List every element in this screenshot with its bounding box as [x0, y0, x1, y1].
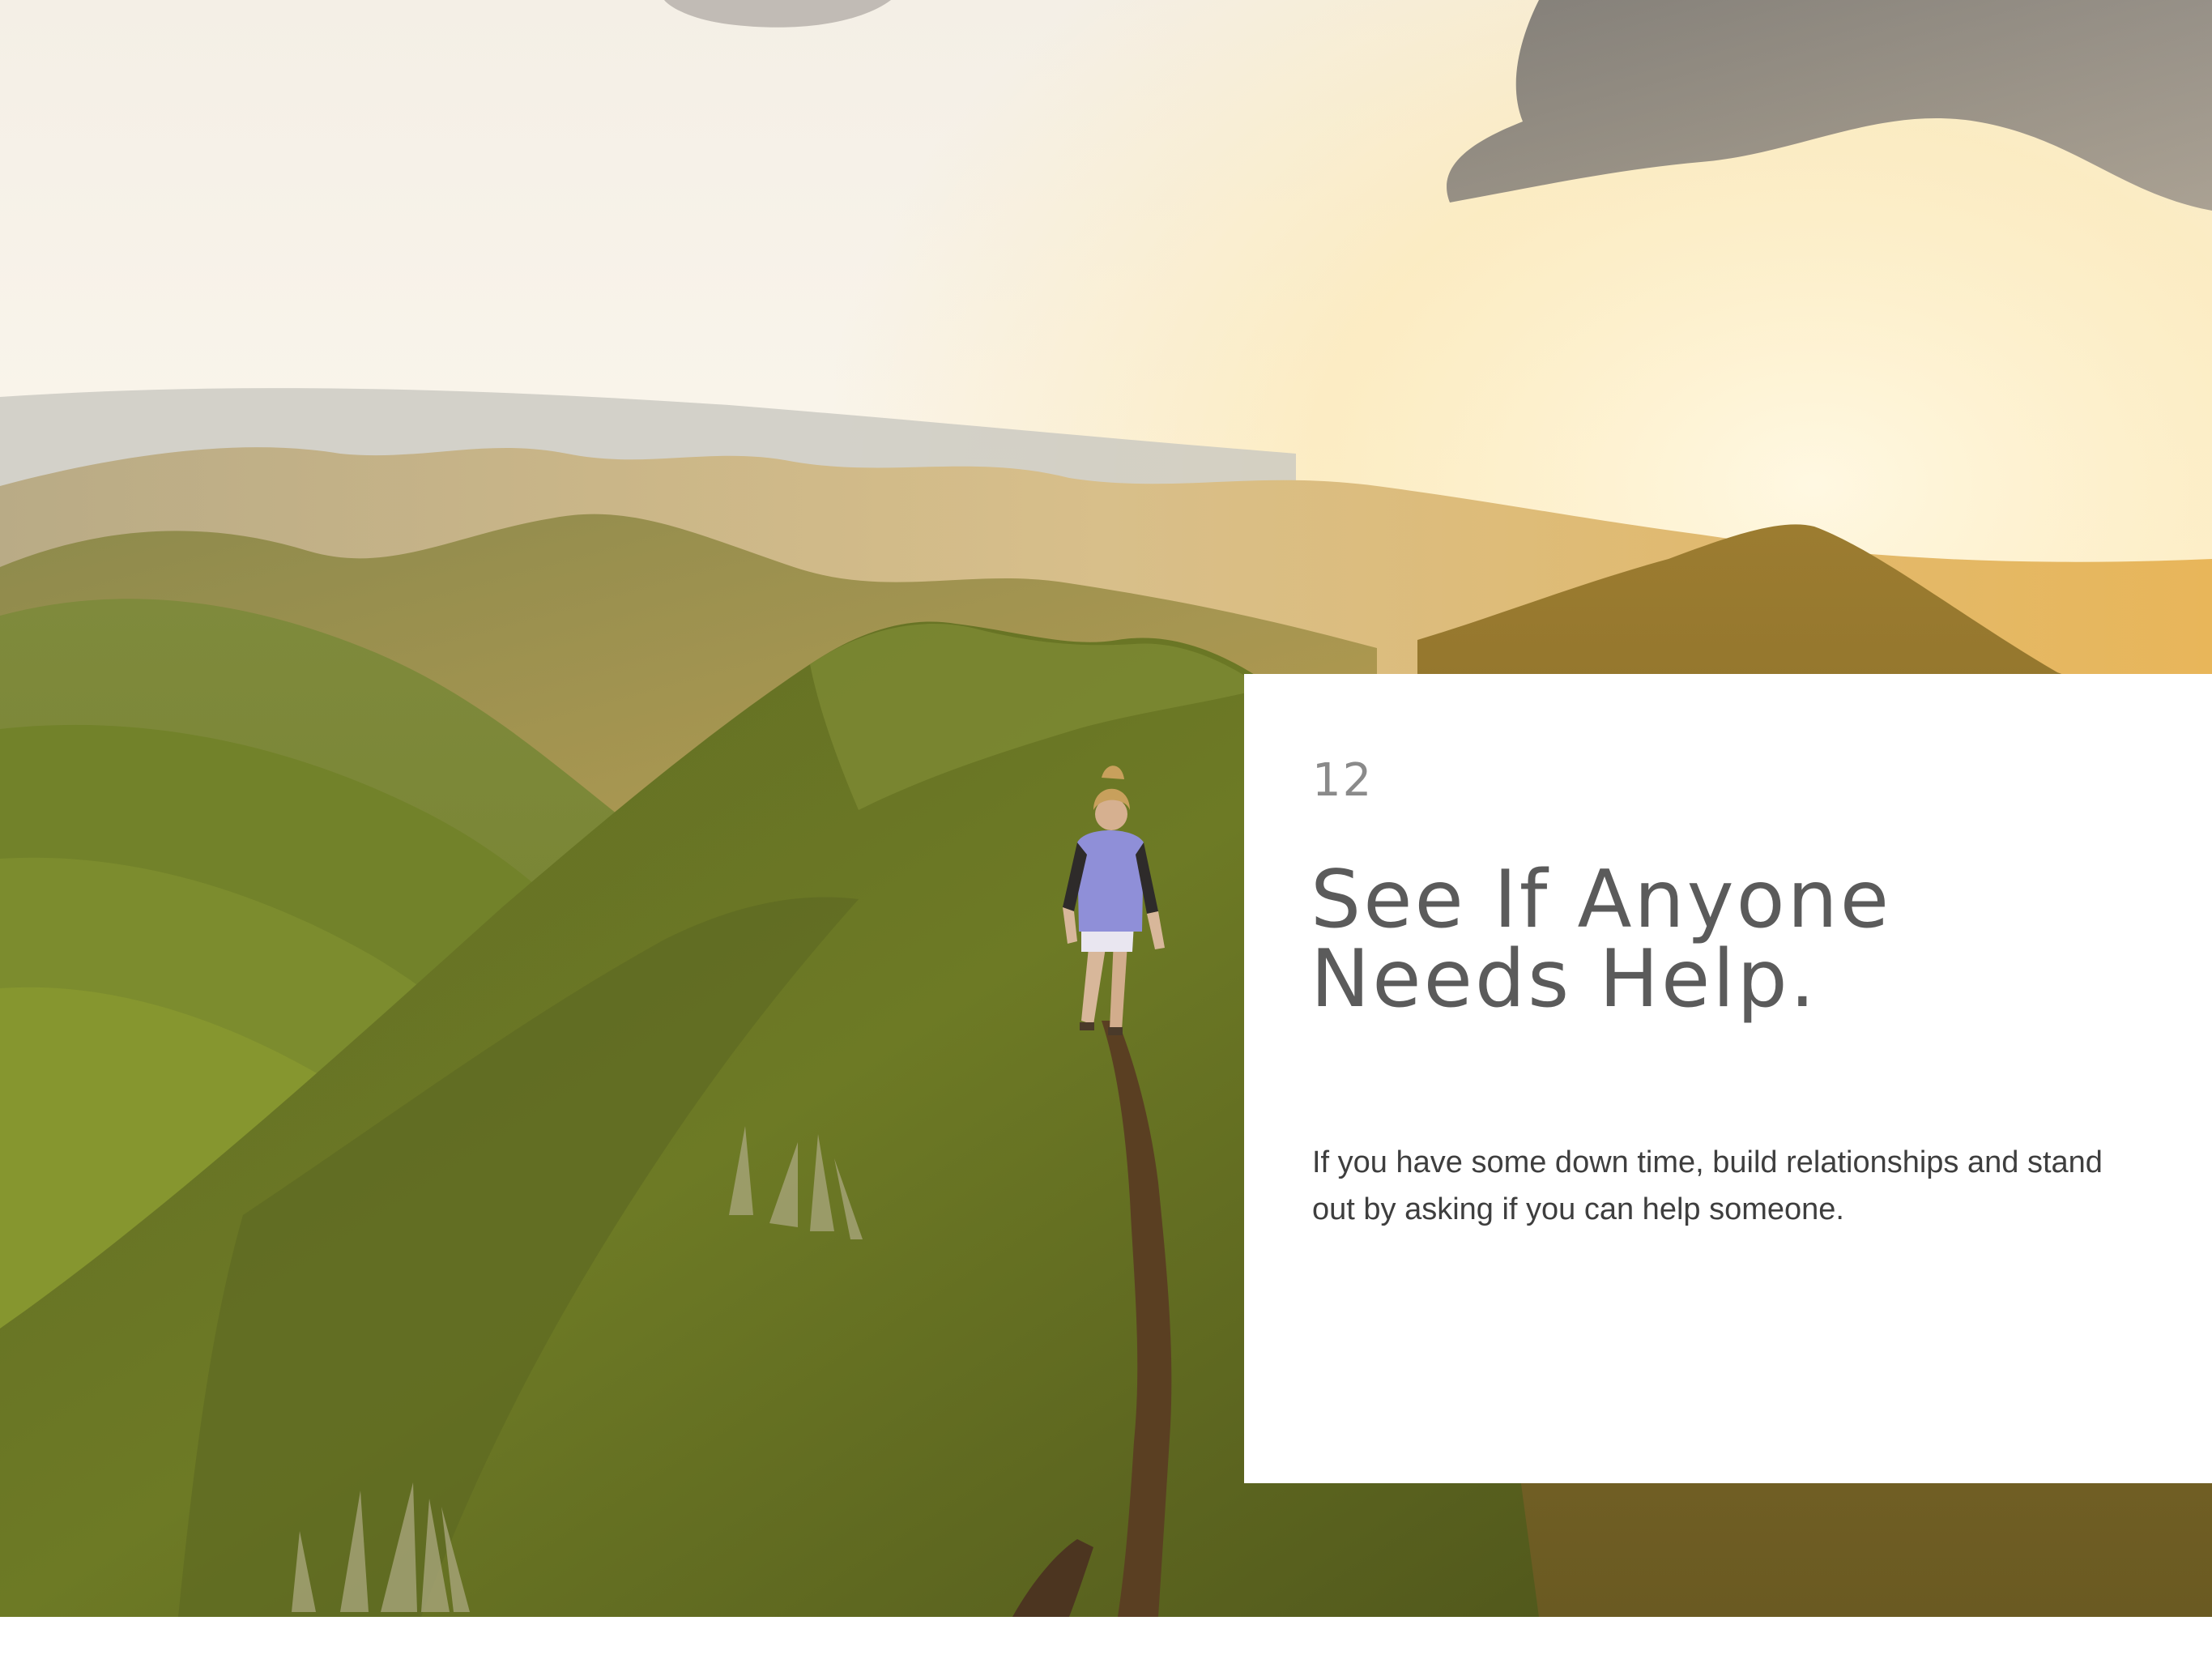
slide-body-text: If you have some down time, build relati…: [1312, 1145, 2103, 1226]
slide-title: See If Anyone Needs Help.: [1311, 854, 1892, 1026]
slide-page: 12 See If Anyone Needs Help. If you have…: [0, 0, 2212, 1659]
content-card: 12 See If Anyone Needs Help. If you have…: [1244, 674, 2212, 1483]
slide-number: 12: [1312, 754, 1374, 807]
bottom-margin: [0, 1617, 2212, 1659]
